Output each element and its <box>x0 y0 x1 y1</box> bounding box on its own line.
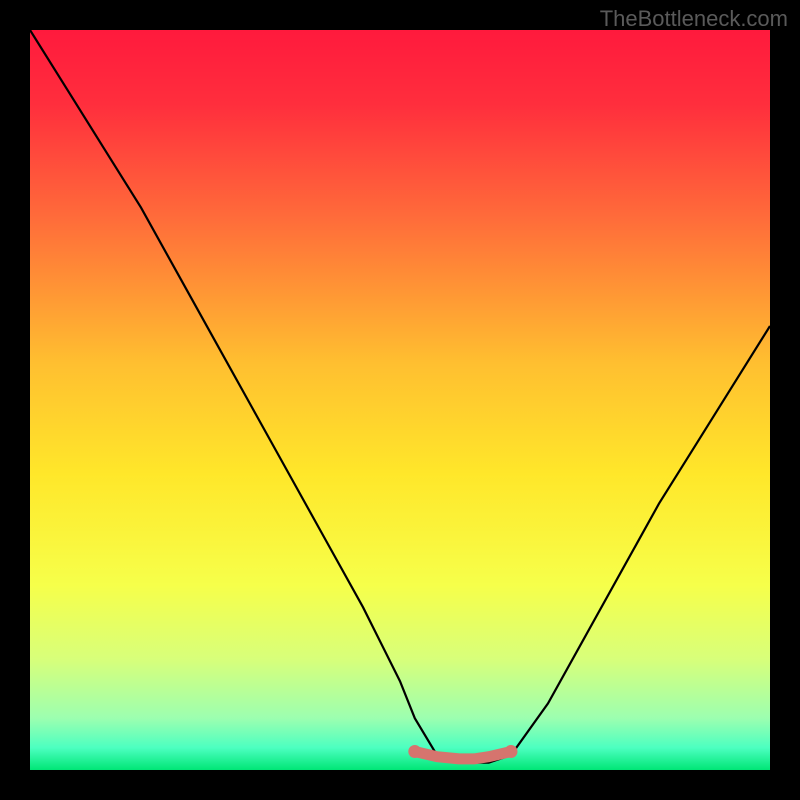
optimal-band-end-left <box>408 745 421 758</box>
watermark-text: TheBottleneck.com <box>600 6 788 32</box>
optimal-band-end-right <box>505 745 518 758</box>
bottleneck-chart <box>30 30 770 770</box>
gradient-background <box>30 30 770 770</box>
chart-plot-area <box>30 30 770 770</box>
